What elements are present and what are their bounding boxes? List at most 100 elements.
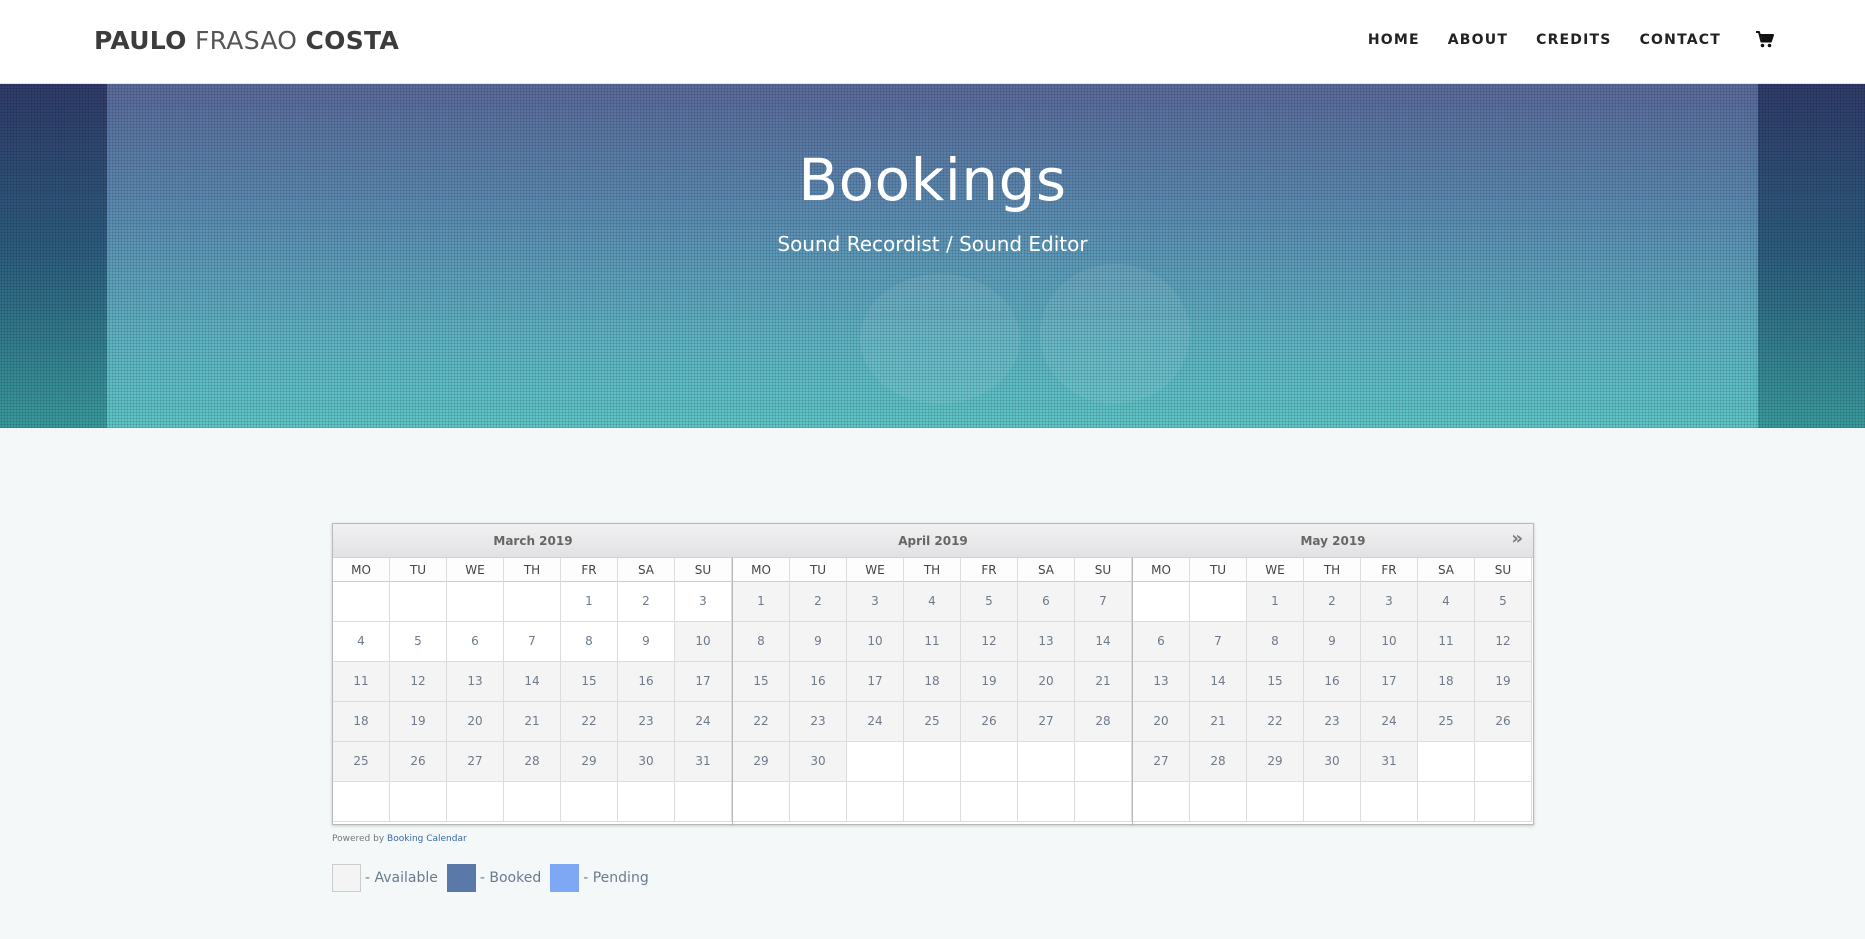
- calendar-day[interactable]: 26: [1475, 702, 1532, 742]
- calendar-day[interactable]: 7: [1190, 622, 1247, 662]
- calendar-day[interactable]: 12: [961, 622, 1018, 662]
- calendar-day[interactable]: 19: [390, 702, 447, 742]
- calendar-day[interactable]: 3: [847, 582, 904, 622]
- calendar-day[interactable]: 31: [1361, 742, 1418, 782]
- calendar-day[interactable]: 7: [1075, 582, 1132, 622]
- calendar-day[interactable]: 27: [447, 742, 504, 782]
- calendar-day[interactable]: 14: [1190, 662, 1247, 702]
- calendar-day[interactable]: 23: [790, 702, 847, 742]
- calendar-day[interactable]: 8: [561, 622, 618, 662]
- calendar-day[interactable]: 12: [1475, 622, 1532, 662]
- calendar-day[interactable]: 24: [847, 702, 904, 742]
- calendar-day[interactable]: 15: [733, 662, 790, 702]
- calendar-day[interactable]: 15: [561, 662, 618, 702]
- calendar-day[interactable]: 27: [1133, 742, 1190, 782]
- calendar-day[interactable]: 29: [733, 742, 790, 782]
- calendar-day[interactable]: 27: [1018, 702, 1075, 742]
- calendar-day[interactable]: 22: [561, 702, 618, 742]
- calendar-day[interactable]: 19: [961, 662, 1018, 702]
- calendar-day[interactable]: 31: [675, 742, 732, 782]
- calendar-day[interactable]: 1: [1247, 582, 1304, 622]
- calendar-day[interactable]: 18: [1418, 662, 1475, 702]
- calendar-day[interactable]: 7: [504, 622, 561, 662]
- calendar-day[interactable]: 20: [447, 702, 504, 742]
- calendar-day[interactable]: 20: [1018, 662, 1075, 702]
- calendar-day[interactable]: 22: [733, 702, 790, 742]
- calendar-day[interactable]: 5: [390, 622, 447, 662]
- calendar-day[interactable]: 8: [733, 622, 790, 662]
- calendar-day[interactable]: 18: [904, 662, 961, 702]
- calendar-day[interactable]: 10: [675, 622, 732, 662]
- calendar-day[interactable]: 28: [504, 742, 561, 782]
- calendar-day[interactable]: 23: [1304, 702, 1361, 742]
- calendar-day[interactable]: 16: [790, 662, 847, 702]
- calendar-day[interactable]: 22: [1247, 702, 1304, 742]
- calendar-day[interactable]: 13: [1018, 622, 1075, 662]
- calendar-day[interactable]: 25: [904, 702, 961, 742]
- calendar-day[interactable]: 3: [1361, 582, 1418, 622]
- nav-credits[interactable]: CREDITS: [1536, 32, 1611, 48]
- calendar-day[interactable]: 28: [1075, 702, 1132, 742]
- calendar-day[interactable]: 11: [1418, 622, 1475, 662]
- next-month-button[interactable]: »: [1511, 528, 1523, 549]
- calendar-day[interactable]: 1: [733, 582, 790, 622]
- calendar-day[interactable]: 14: [1075, 622, 1132, 662]
- calendar-day[interactable]: 24: [1361, 702, 1418, 742]
- calendar-day[interactable]: 25: [1418, 702, 1475, 742]
- calendar-day[interactable]: 4: [904, 582, 961, 622]
- calendar-day[interactable]: 16: [618, 662, 675, 702]
- calendar-day[interactable]: 20: [1133, 702, 1190, 742]
- calendar-day[interactable]: 1: [561, 582, 618, 622]
- calendar-day[interactable]: 28: [1190, 742, 1247, 782]
- calendar-day[interactable]: 2: [618, 582, 675, 622]
- calendar-day[interactable]: 13: [447, 662, 504, 702]
- calendar-day[interactable]: 11: [904, 622, 961, 662]
- calendar-day[interactable]: 2: [1304, 582, 1361, 622]
- calendar-day[interactable]: 29: [1247, 742, 1304, 782]
- calendar-day[interactable]: 11: [333, 662, 390, 702]
- calendar-day[interactable]: 5: [961, 582, 1018, 622]
- calendar-day[interactable]: 3: [675, 582, 732, 622]
- calendar-day[interactable]: 23: [618, 702, 675, 742]
- calendar-day[interactable]: 4: [1418, 582, 1475, 622]
- calendar-day[interactable]: 30: [790, 742, 847, 782]
- calendar-day[interactable]: 6: [1018, 582, 1075, 622]
- calendar-day[interactable]: 9: [790, 622, 847, 662]
- calendar-day[interactable]: 12: [390, 662, 447, 702]
- calendar-day[interactable]: 9: [1304, 622, 1361, 662]
- calendar-day[interactable]: 24: [675, 702, 732, 742]
- calendar-day[interactable]: 26: [961, 702, 1018, 742]
- calendar-day[interactable]: 17: [675, 662, 732, 702]
- calendar-day[interactable]: 21: [1190, 702, 1247, 742]
- nav-home[interactable]: HOME: [1368, 32, 1420, 48]
- calendar-day[interactable]: 6: [1133, 622, 1190, 662]
- calendar-day[interactable]: 26: [390, 742, 447, 782]
- calendar-day[interactable]: 15: [1247, 662, 1304, 702]
- site-logo[interactable]: PAULO FRASAO COSTA: [94, 26, 399, 55]
- calendar-day[interactable]: 14: [504, 662, 561, 702]
- calendar-day[interactable]: 8: [1247, 622, 1304, 662]
- calendar-day[interactable]: 9: [618, 622, 675, 662]
- calendar-day[interactable]: 5: [1475, 582, 1532, 622]
- nav-about[interactable]: ABOUT: [1448, 32, 1508, 48]
- calendar-day[interactable]: 19: [1475, 662, 1532, 702]
- calendar-day[interactable]: 17: [1361, 662, 1418, 702]
- calendar-day[interactable]: 6: [447, 622, 504, 662]
- calendar-day[interactable]: 17: [847, 662, 904, 702]
- nav-contact[interactable]: CONTACT: [1640, 32, 1721, 48]
- calendar-day[interactable]: 10: [1361, 622, 1418, 662]
- calendar-day[interactable]: 2: [790, 582, 847, 622]
- calendar-day[interactable]: 21: [1075, 662, 1132, 702]
- calendar-day[interactable]: 16: [1304, 662, 1361, 702]
- calendar-day[interactable]: 10: [847, 622, 904, 662]
- calendar-day[interactable]: 25: [333, 742, 390, 782]
- calendar-day[interactable]: 13: [1133, 662, 1190, 702]
- calendar-day[interactable]: 4: [333, 622, 390, 662]
- calendar-day[interactable]: 30: [618, 742, 675, 782]
- calendar-day[interactable]: 18: [333, 702, 390, 742]
- shopping-cart-icon[interactable]: [1755, 31, 1775, 49]
- calendar-day[interactable]: 21: [504, 702, 561, 742]
- calendar-day[interactable]: 29: [561, 742, 618, 782]
- calendar-day[interactable]: 30: [1304, 742, 1361, 782]
- booking-calendar-link[interactable]: Booking Calendar: [387, 834, 467, 844]
